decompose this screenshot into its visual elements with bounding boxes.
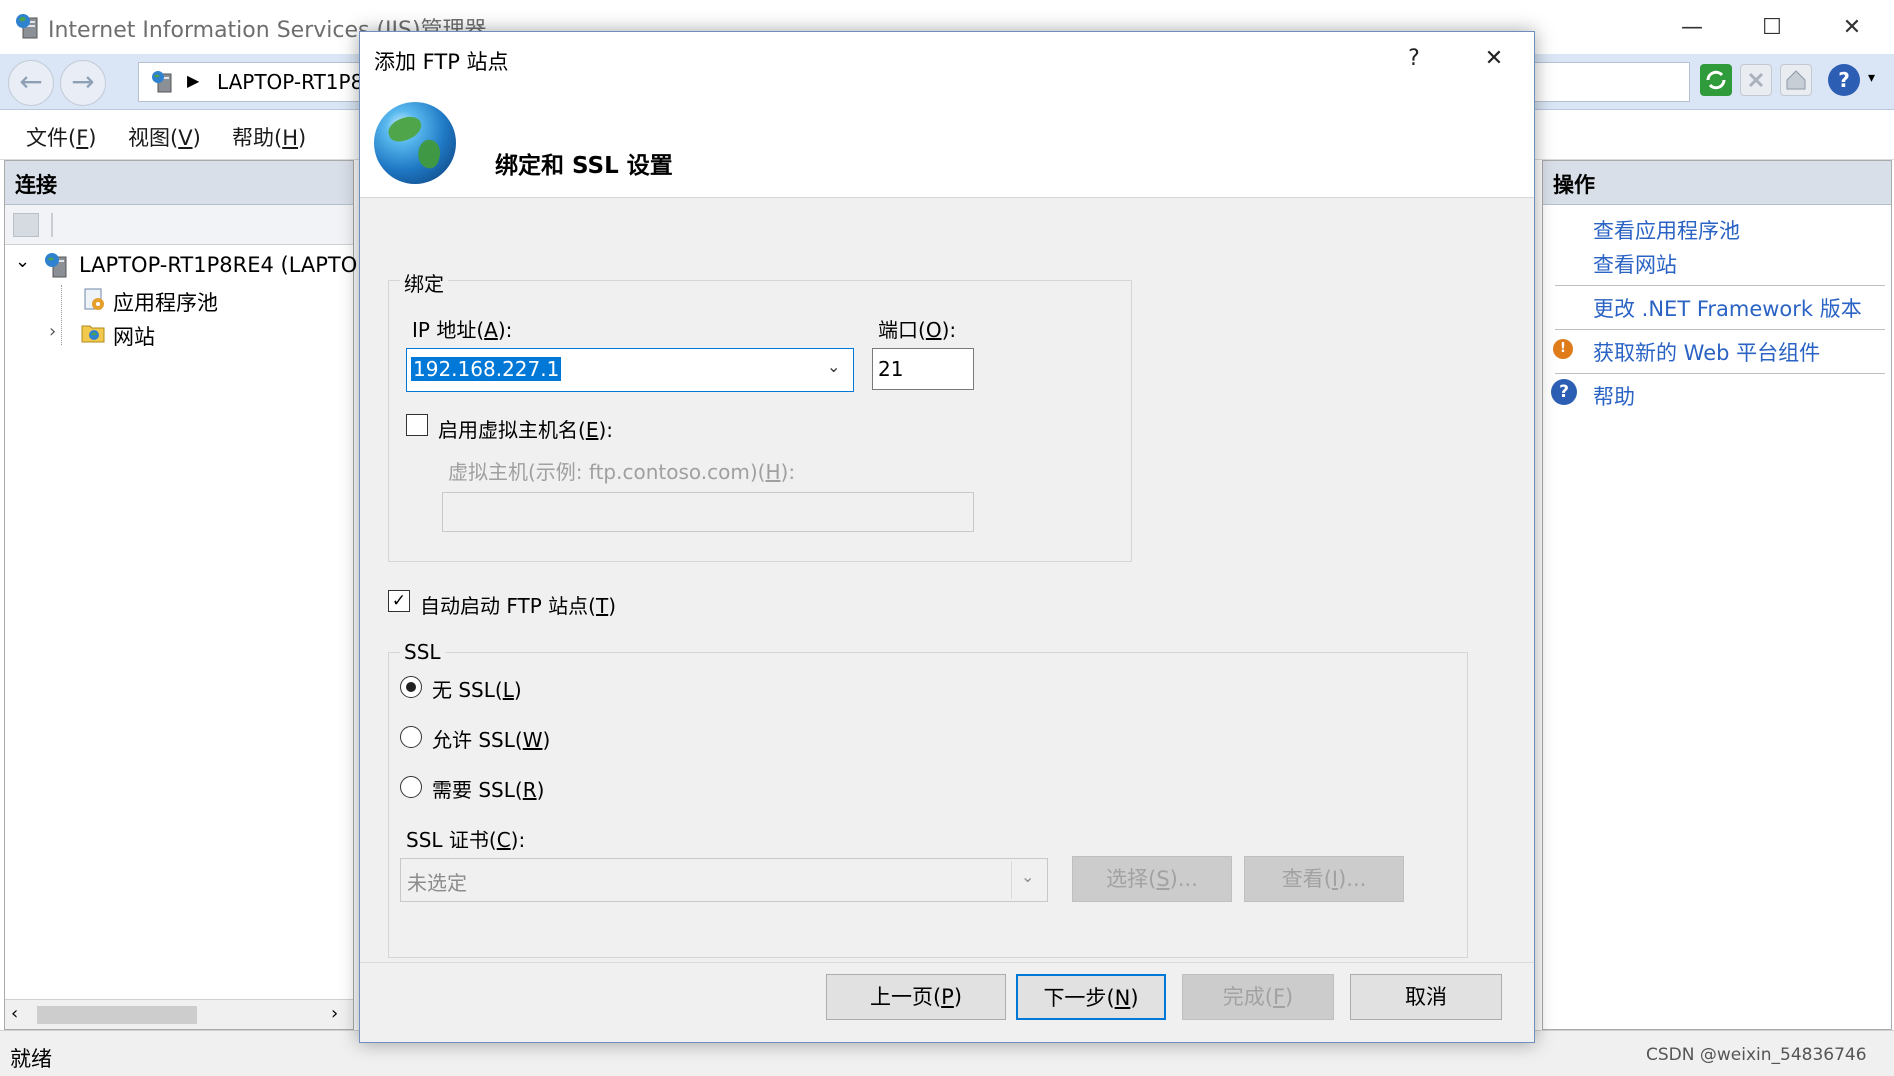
virtual-host-input[interactable]	[442, 492, 974, 532]
connections-panel: 连接 ⌄ LAPTOP-RT1P8RE4 (LAPTOP 应用程序池 › 网站 …	[4, 160, 370, 1030]
menu-file[interactable]: 文件(F)	[26, 122, 97, 152]
dialog-header: 添加 FTP 站点 ? ✕ 绑定和 SSL 设置	[360, 32, 1534, 198]
help-circle-icon[interactable]: ?	[1828, 64, 1860, 96]
tree-app-pools[interactable]: 应用程序池	[113, 287, 218, 317]
action-get-web-components[interactable]: 获取新的 Web 平台组件	[1593, 337, 1820, 367]
enable-virtual-host-label: 启用虚拟主机名(E):	[438, 418, 613, 442]
ip-dropdown-chevron-icon[interactable]: ⌄	[827, 357, 840, 376]
tree-server-node[interactable]: LAPTOP-RT1P8RE4 (LAPTOP	[79, 253, 370, 277]
ssl-certificate-label: SSL 证书(C):	[406, 828, 526, 852]
ssl-allow-radio[interactable]	[400, 726, 422, 748]
ssl-group-label: SSL	[400, 640, 445, 664]
server-icon	[149, 68, 177, 96]
dialog-heading: 绑定和 SSL 设置	[495, 153, 673, 179]
dialog-close-button[interactable]: ✕	[1462, 36, 1526, 82]
app-pools-icon	[79, 285, 107, 313]
minimize-button[interactable]: —	[1662, 8, 1722, 48]
ssl-group	[388, 652, 1468, 958]
help-dropdown-icon[interactable]: ▾	[1868, 70, 1875, 86]
sites-expand-icon[interactable]: ›	[49, 321, 56, 342]
menu-view[interactable]: 视图(V)	[128, 122, 201, 152]
next-button[interactable]: 下一步(N)	[1016, 974, 1166, 1020]
ssl-allow-label: 允许 SSL(W)	[432, 728, 551, 752]
maximize-button[interactable]: ☐	[1742, 8, 1802, 48]
stop-icon[interactable]	[1740, 64, 1772, 96]
status-text: 就绪	[10, 1047, 52, 1071]
ssl-none-label: 无 SSL(L)	[432, 678, 522, 702]
action-help[interactable]: 帮助	[1593, 381, 1635, 411]
ssl-certificate-value: 未选定	[407, 871, 467, 895]
server-node-icon	[43, 251, 73, 281]
actions-title: 操作	[1543, 161, 1891, 205]
ssl-certificate-combobox[interactable]: 未选定 ⌄	[400, 858, 1048, 902]
cancel-button[interactable]: 取消	[1350, 974, 1502, 1020]
ssl-require-radio[interactable]	[400, 776, 422, 798]
ssl-require-label: 需要 SSL(R)	[432, 778, 545, 802]
csdn-watermark: CSDN @weixin_54836746	[1646, 1045, 1867, 1065]
ssl-view-button[interactable]: 查看(I)...	[1244, 856, 1404, 902]
connect-icon[interactable]	[13, 213, 39, 237]
ssl-certificate-chevron-icon[interactable]: ⌄	[1021, 867, 1034, 886]
web-platform-icon: !	[1553, 339, 1573, 359]
port-label: 端口(O):	[878, 318, 957, 342]
help-icon: ?	[1551, 379, 1577, 405]
menu-help[interactable]: 帮助(H)	[232, 122, 306, 152]
connections-toolbar	[5, 205, 353, 245]
radio-selected-dot	[406, 682, 416, 692]
ip-address-combobox[interactable]: 192.168.227.1 ⌄	[406, 348, 854, 392]
globe-icon	[374, 102, 456, 184]
enable-virtual-host-checkbox[interactable]	[406, 414, 428, 436]
ssl-none-radio[interactable]	[400, 676, 422, 698]
scroll-left-icon[interactable]: ‹	[11, 1003, 18, 1024]
add-ftp-site-dialog: 添加 FTP 站点 ? ✕ 绑定和 SSL 设置 绑定 IP 地址(A): 19…	[359, 31, 1535, 1043]
sites-folder-icon	[79, 319, 107, 347]
action-view-sites[interactable]: 查看网站	[1593, 249, 1677, 279]
breadcrumb-arrow-icon: ▶	[187, 71, 200, 90]
horizontal-scrollbar[interactable]: ‹ ›	[5, 999, 353, 1029]
binding-group-label: 绑定	[400, 268, 448, 297]
tree-guide-line	[61, 285, 62, 345]
finish-button[interactable]: 完成(F)	[1182, 974, 1334, 1020]
virtual-host-label: 虚拟主机(示例: ftp.contoso.com)(H):	[448, 460, 796, 484]
back-button[interactable]: ←	[8, 60, 54, 106]
actions-separator	[1555, 329, 1885, 330]
actions-separator	[1555, 285, 1885, 286]
server-expand-icon[interactable]: ⌄	[15, 251, 30, 272]
scroll-right-icon[interactable]: ›	[331, 1003, 338, 1024]
scroll-thumb[interactable]	[37, 1006, 197, 1024]
port-input[interactable]: 21	[872, 348, 974, 390]
dialog-title: 添加 FTP 站点	[374, 50, 509, 74]
previous-button[interactable]: 上一页(P)	[826, 974, 1006, 1020]
actions-separator	[1555, 373, 1885, 374]
toolbar-separator	[51, 213, 53, 237]
autostart-label: 自动启动 FTP 站点(T)	[420, 594, 616, 618]
refresh-icon[interactable]	[1700, 64, 1732, 96]
home-icon[interactable]	[1780, 64, 1812, 96]
ip-address-value: 192.168.227.1	[411, 357, 562, 381]
combobox-divider	[1011, 861, 1012, 899]
close-button[interactable]: ✕	[1822, 8, 1882, 48]
iis-app-icon	[14, 12, 44, 42]
ssl-select-button[interactable]: 选择(S)...	[1072, 856, 1232, 902]
ip-address-label: IP 地址(A):	[412, 318, 513, 342]
connections-title: 连接	[5, 161, 353, 205]
autostart-checkbox[interactable]: ✓	[388, 590, 410, 612]
tree-sites[interactable]: 网站	[113, 321, 155, 351]
action-change-net-version[interactable]: 更改 .NET Framework 版本	[1593, 293, 1862, 323]
dialog-footer-separator	[360, 962, 1534, 963]
dialog-help-button[interactable]: ?	[1382, 36, 1446, 82]
action-view-app-pools[interactable]: 查看应用程序池	[1593, 215, 1740, 245]
actions-panel: 操作 查看应用程序池 查看网站 更改 .NET Framework 版本 ! 获…	[1542, 160, 1892, 1030]
breadcrumb-text: LAPTOP-RT1P8	[217, 70, 364, 94]
port-value: 21	[878, 357, 904, 381]
forward-button[interactable]: →	[60, 60, 106, 106]
